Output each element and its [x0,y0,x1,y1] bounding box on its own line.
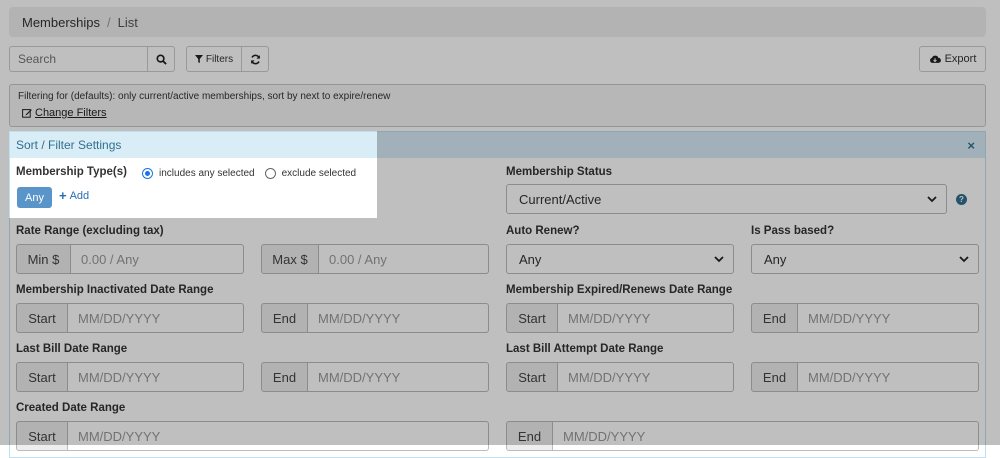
dim-overlay-top [0,0,1000,131]
any-membership-type-button[interactable]: Any [17,187,52,208]
exclude-selected-label: exclude selected [281,168,357,179]
panel-title: Sort / Filter Settings [16,138,122,152]
membership-type-radio-group: includes any selected exclude selected [142,168,356,179]
dim-overlay-left [0,131,9,218]
includes-any-label: includes any selected [159,168,255,179]
membership-list-page: Memberships / List Filters Export Filter… [0,0,1000,458]
exclude-selected-radio[interactable] [264,168,276,179]
add-membership-type-link[interactable]: + Add [59,188,90,203]
add-label: Add [69,190,90,202]
membership-type-label: Membership Type(s) [16,166,127,178]
dim-overlay-right [377,131,1000,218]
plus-icon: + [59,188,67,203]
includes-any-radio[interactable] [142,168,153,179]
dim-overlay-bottom [0,218,1000,445]
